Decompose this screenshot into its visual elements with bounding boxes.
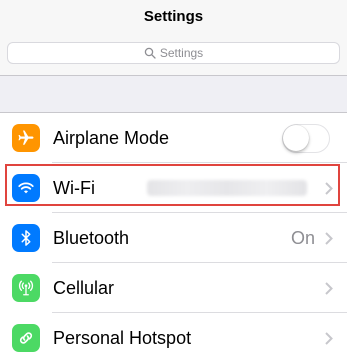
search-input[interactable]: Settings xyxy=(7,42,340,64)
cellular-icon xyxy=(12,274,40,302)
row-accessory xyxy=(325,281,347,295)
settings-row-wifi[interactable]: Wi-Fi xyxy=(0,163,347,213)
row-label-cellular: Cellular xyxy=(53,277,115,298)
row-accessory xyxy=(325,331,347,345)
settings-row-personal-hotspot[interactable]: Personal Hotspot xyxy=(0,313,347,363)
nav-bar: Settings xyxy=(0,0,347,33)
settings-row-cellular[interactable]: Cellular xyxy=(0,263,347,313)
chevron-right-icon xyxy=(325,181,333,195)
page-title: Settings xyxy=(143,8,204,25)
bluetooth-icon xyxy=(12,224,40,252)
search-icon xyxy=(144,47,156,59)
hotspot-icon xyxy=(12,324,40,352)
search-bar-container: Settings xyxy=(0,33,347,76)
row-accessory: On xyxy=(291,228,347,249)
row-label-airplane-mode: Airplane Mode xyxy=(53,127,170,148)
chevron-right-icon xyxy=(325,281,333,295)
row-label-bluetooth: Bluetooth xyxy=(53,227,130,248)
chevron-right-icon xyxy=(325,331,333,345)
row-accessory xyxy=(282,123,347,153)
settings-row-airplane-mode[interactable]: Airplane Mode xyxy=(0,113,347,163)
settings-list: Airplane Mode Wi-Fi Bluetooth On Cellula… xyxy=(0,112,347,363)
settings-row-bluetooth[interactable]: Bluetooth On xyxy=(0,213,347,263)
chevron-right-icon xyxy=(325,231,333,245)
row-label-wifi: Wi-Fi xyxy=(53,177,95,198)
airplane-mode-toggle[interactable] xyxy=(282,123,330,153)
row-accessory xyxy=(147,180,347,196)
airplane-icon xyxy=(12,124,40,152)
wifi-network-name-blurred xyxy=(147,180,307,196)
wifi-icon xyxy=(12,174,40,202)
bluetooth-status-value: On xyxy=(290,227,315,248)
search-placeholder: Settings xyxy=(159,46,204,60)
toggle-knob xyxy=(283,124,309,151)
row-label-personal-hotspot: Personal Hotspot xyxy=(53,327,192,348)
